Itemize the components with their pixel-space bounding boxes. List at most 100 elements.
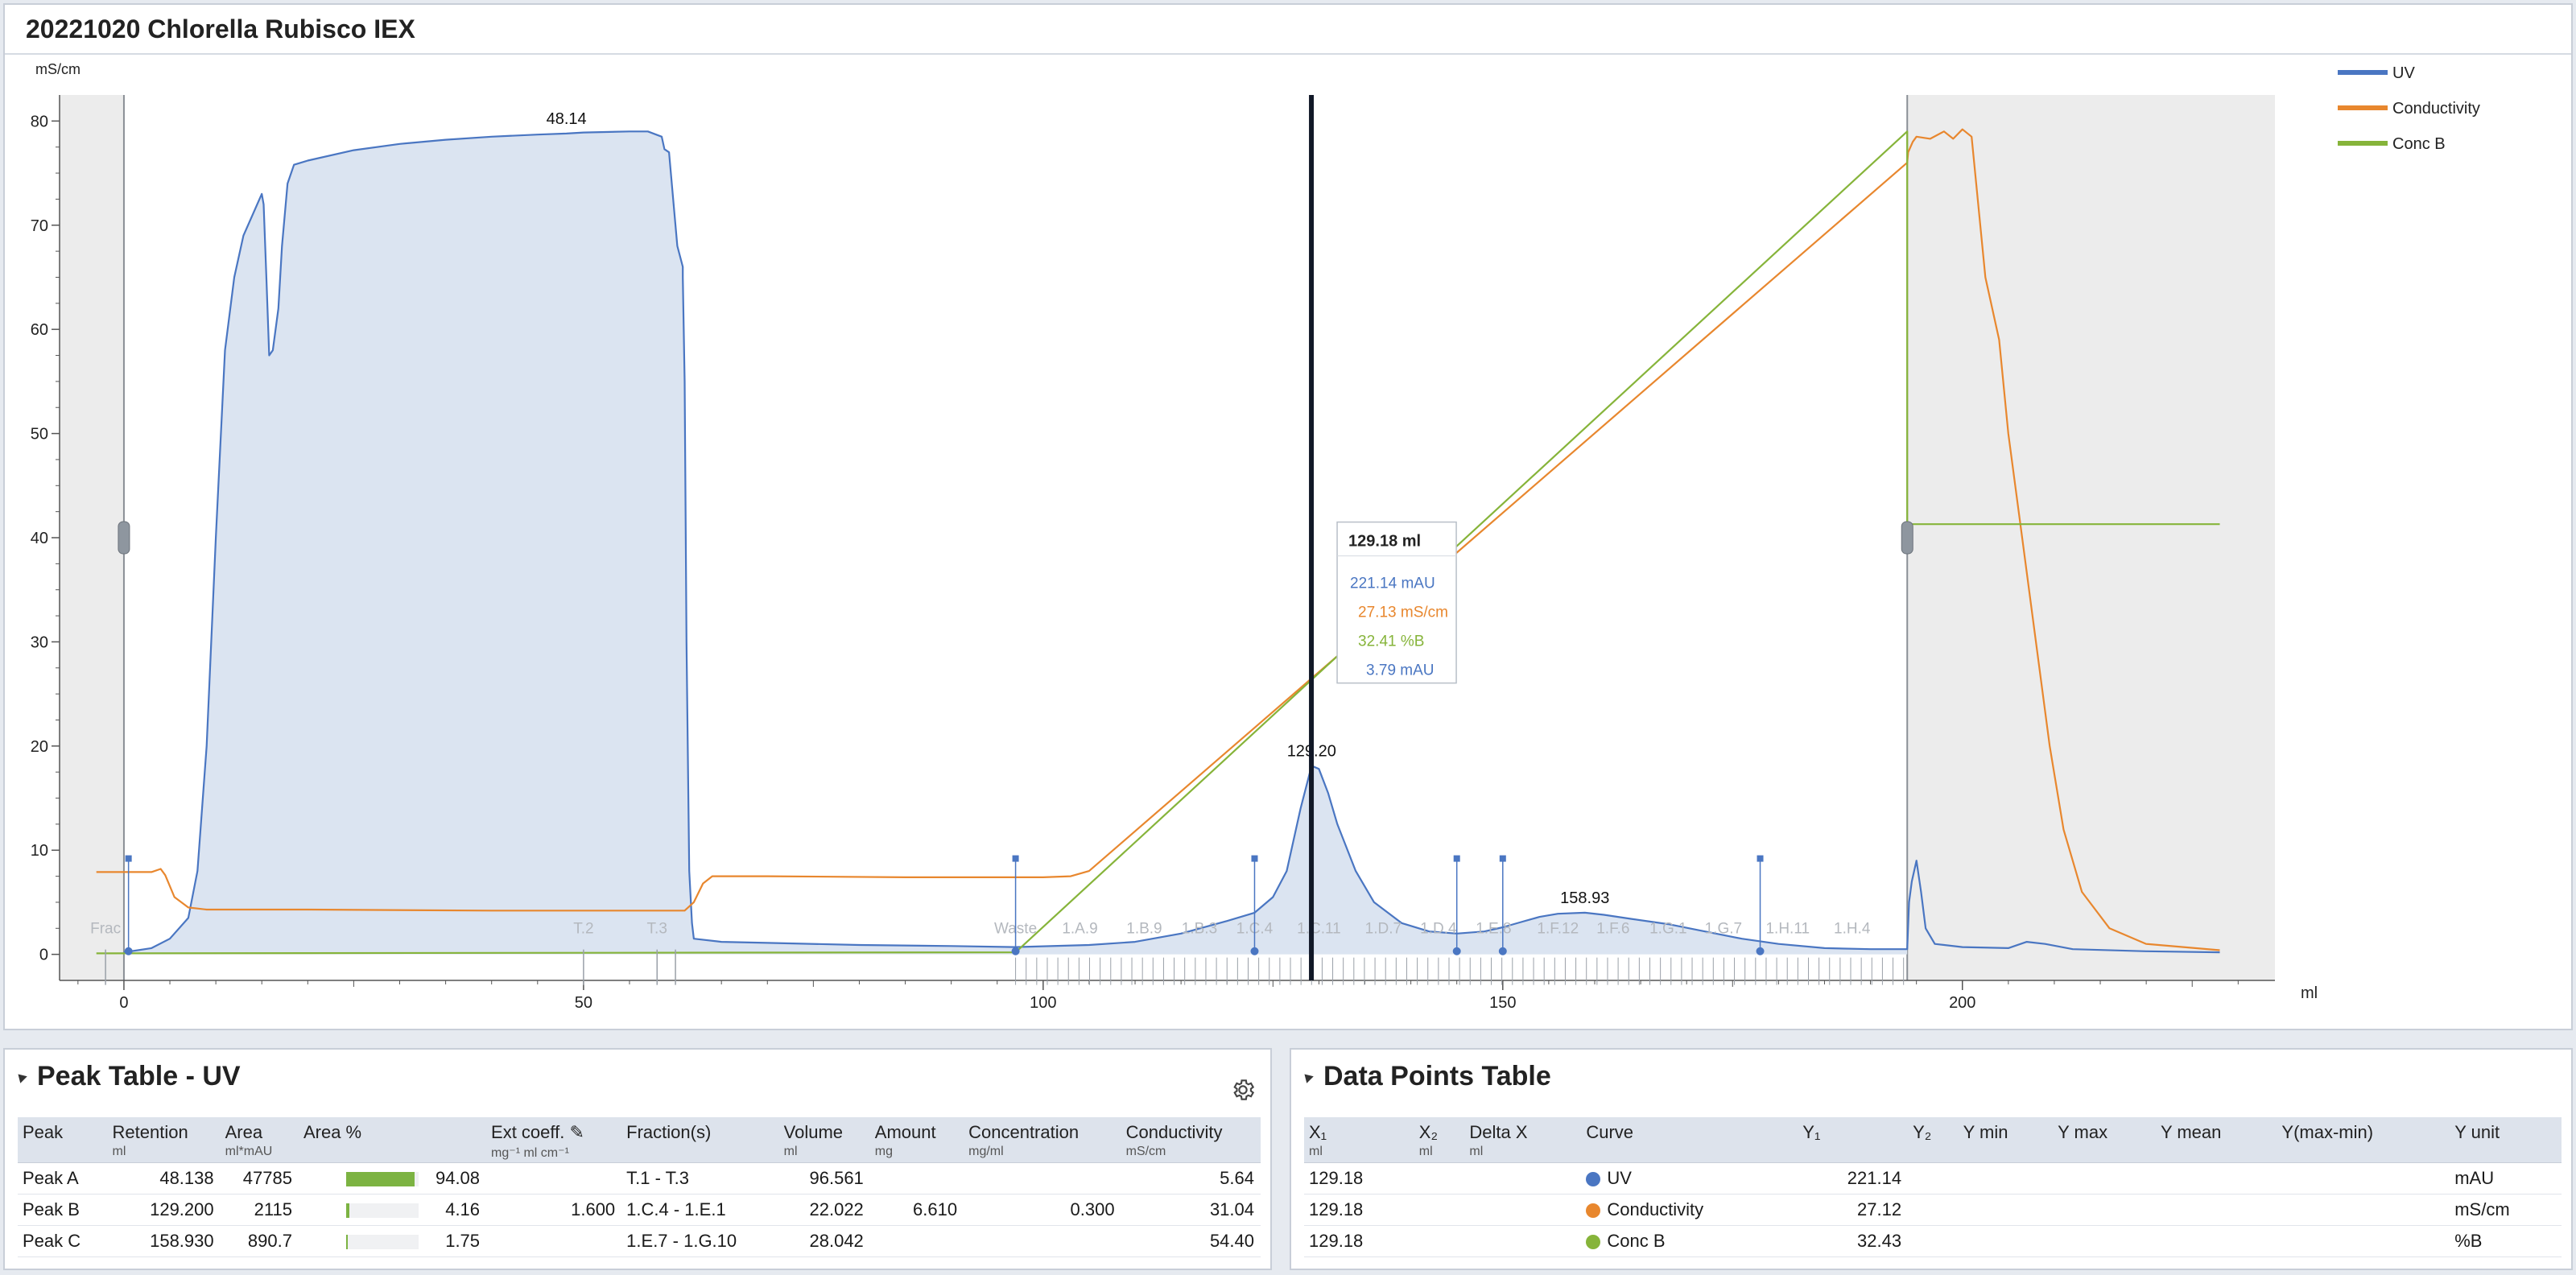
dp-x1: 129.18 [1304, 1225, 1414, 1257]
peak-ext-coeff [486, 1162, 622, 1195]
peak-column-header[interactable]: Fraction(s) [621, 1117, 779, 1163]
data-points-column-header[interactable]: Y(max-min) [2277, 1117, 2450, 1163]
peak-retention: 48.138 [107, 1162, 221, 1195]
peak-label: 158.93 [1560, 889, 1609, 907]
peak-concentration [964, 1162, 1121, 1195]
peak-column-header[interactable]: Peak [18, 1117, 108, 1163]
data-points-column-header[interactable]: Y max [2053, 1117, 2156, 1163]
y-tick-label: 60 [31, 321, 48, 339]
column-header-unit: ml [112, 1145, 126, 1158]
peak-table-header[interactable]: Peak Table - UV [14, 1061, 241, 1092]
y-tick-label: 80 [31, 113, 48, 130]
peak-column-header[interactable]: Retention ml [107, 1117, 221, 1163]
collapse-caret-icon[interactable] [14, 1070, 27, 1083]
dp-y1: 32.43 [1798, 1225, 1909, 1257]
area-percent-bar-fill [346, 1203, 349, 1219]
column-header-unit [626, 1145, 772, 1159]
column-header-unit: mS/cm [1125, 1145, 1166, 1158]
data-points-column-header[interactable]: Y min [1958, 1117, 2054, 1163]
peak-column-header[interactable]: Area ml*mAU [220, 1117, 299, 1163]
area-percent-value: 94.08 [435, 1168, 481, 1188]
curve-color-dot-icon [1586, 1203, 1601, 1219]
data-points-column-header[interactable]: Y₂ [1908, 1117, 1959, 1163]
peak-fractions: T.1 - T.3 [621, 1162, 779, 1195]
edit-coefficient-icon[interactable]: ✎ [564, 1122, 584, 1142]
data-points-column-header[interactable]: X₁ ml [1304, 1117, 1414, 1163]
column-header-label: Conductivity [1125, 1122, 1223, 1142]
curve-color-dot-icon [1586, 1235, 1601, 1250]
peak-conductivity: 31.04 [1121, 1194, 1261, 1226]
injection-marker-foot [1250, 947, 1259, 955]
data-points-row[interactable]: 129.18 Conductivity 27.12 mS/cm [1304, 1194, 2562, 1226]
column-header-label: Ext coeff. ✎ [491, 1122, 584, 1142]
x-tick-label: 200 [1949, 994, 1975, 1012]
curve-name: UV [1607, 1168, 1632, 1188]
data-points-row[interactable]: 129.18 Conc B 32.43 %B [1304, 1225, 2562, 1257]
fraction-label: 1.D.4 [1420, 921, 1457, 938]
column-header-label: Delta X [1469, 1122, 1528, 1142]
data-points-column-header[interactable]: Delta X ml [1464, 1117, 1582, 1163]
peak-volume: 96.561 [778, 1162, 870, 1195]
dp-x1: 129.18 [1304, 1194, 1414, 1226]
data-points-column-header[interactable]: Curve [1581, 1117, 1798, 1163]
fraction-label: 1.H.4 [1834, 921, 1871, 938]
dp-ymin [1958, 1194, 2054, 1226]
column-header-label: X₂ [1418, 1122, 1438, 1142]
gear-icon[interactable] [1230, 1077, 1256, 1103]
column-header-label: Peak [23, 1122, 64, 1142]
area-percent-bar [346, 1235, 419, 1250]
injection-marker-foot [1498, 947, 1507, 955]
peak-table-row[interactable]: Peak A 48.138 47785 94.08 T.1 - T.3 96.561 5.6… [18, 1162, 1261, 1195]
injection-marker-foot [1452, 947, 1461, 955]
chromatogram-panel: 20221020 Chlorella Rubisco IEX 0 10 20 30 40… [3, 3, 2573, 1030]
curve-name: Conductivity [1607, 1199, 1704, 1219]
column-header-label: Amount [874, 1122, 936, 1142]
shaded-region-1 [1907, 95, 2275, 980]
legend-label: Conc B [2392, 135, 2446, 153]
injection-marker-head [1251, 855, 1258, 862]
fraction-label: Frac [90, 921, 121, 938]
chromatogram-chart[interactable]: 0 10 20 30 40 50 60 70 80 0 50 100 150 200 mS/cm ml Frac… [5, 5, 2571, 1029]
data-points-column-header[interactable]: Y mean [2155, 1117, 2277, 1163]
y-axis-unit: mS/cm [35, 61, 80, 77]
range-start-handle[interactable] [118, 521, 130, 555]
cursor-tooltip-header: 129.18 ml [1348, 533, 1421, 551]
dp-ymean [2155, 1225, 2277, 1257]
peak-column-header[interactable]: Amount mg [869, 1117, 964, 1163]
peak-column-header[interactable]: Concentration mg/ml [964, 1117, 1121, 1163]
y-tick-label: 20 [31, 738, 48, 756]
fraction-label: 1.E.8 [1476, 921, 1511, 938]
collapse-caret-icon[interactable] [1301, 1070, 1314, 1083]
peak-area-percent: 94.08 [298, 1162, 487, 1195]
fraction-label: 1.F.6 [1596, 921, 1629, 938]
injection-marker-head [1453, 855, 1460, 862]
peak-table-row[interactable]: Peak B 129.200 2115 4.16 1.600 1.C.4 - 1.E.1 2… [18, 1194, 1261, 1226]
data-points-column-header[interactable]: Y unit [2450, 1117, 2562, 1163]
column-header-label: X₁ [1309, 1122, 1327, 1142]
cursor-tooltip-value: 3.79 mAU [1366, 662, 1434, 679]
column-header-unit [2281, 1145, 2443, 1159]
peak-table-row[interactable]: Peak C 158.930 890.7 1.75 1.E.7 - 1.G.10 28.0… [18, 1225, 1261, 1257]
dp-ymin [1958, 1225, 2054, 1257]
data-points-row[interactable]: 129.18 UV 221.14 mAU [1304, 1162, 2562, 1195]
column-header-unit [1802, 1145, 1901, 1159]
column-header-label: Area [225, 1122, 263, 1142]
dp-y2 [1908, 1162, 1959, 1195]
peak-column-header[interactable]: Area % [298, 1117, 487, 1163]
peak-table: Peak Retention ml Area ml*mAU Area % Ext coeff… [18, 1117, 1261, 1257]
column-header-unit [23, 1145, 101, 1159]
dp-ymin [1958, 1162, 2054, 1195]
area-percent-bar-fill [346, 1235, 348, 1250]
dp-y1: 221.14 [1798, 1162, 1909, 1195]
data-points-header[interactable]: Data Points Table [1301, 1061, 1551, 1092]
peak-column-header[interactable]: Ext coeff. ✎ mg⁻¹ ml cm⁻¹ [486, 1117, 622, 1163]
peak-column-header[interactable]: Conductivity mS/cm [1121, 1117, 1261, 1163]
peak-concentration: 0.300 [964, 1194, 1121, 1226]
data-points-column-header[interactable]: X₂ ml [1414, 1117, 1465, 1163]
dp-y2 [1908, 1194, 1959, 1226]
peak-retention: 158.930 [107, 1225, 221, 1257]
range-end-handle[interactable] [1901, 521, 1913, 555]
column-header-label: Y₂ [1913, 1122, 1932, 1142]
data-points-column-header[interactable]: Y₁ [1798, 1117, 1909, 1163]
peak-column-header[interactable]: Volume ml [778, 1117, 870, 1163]
